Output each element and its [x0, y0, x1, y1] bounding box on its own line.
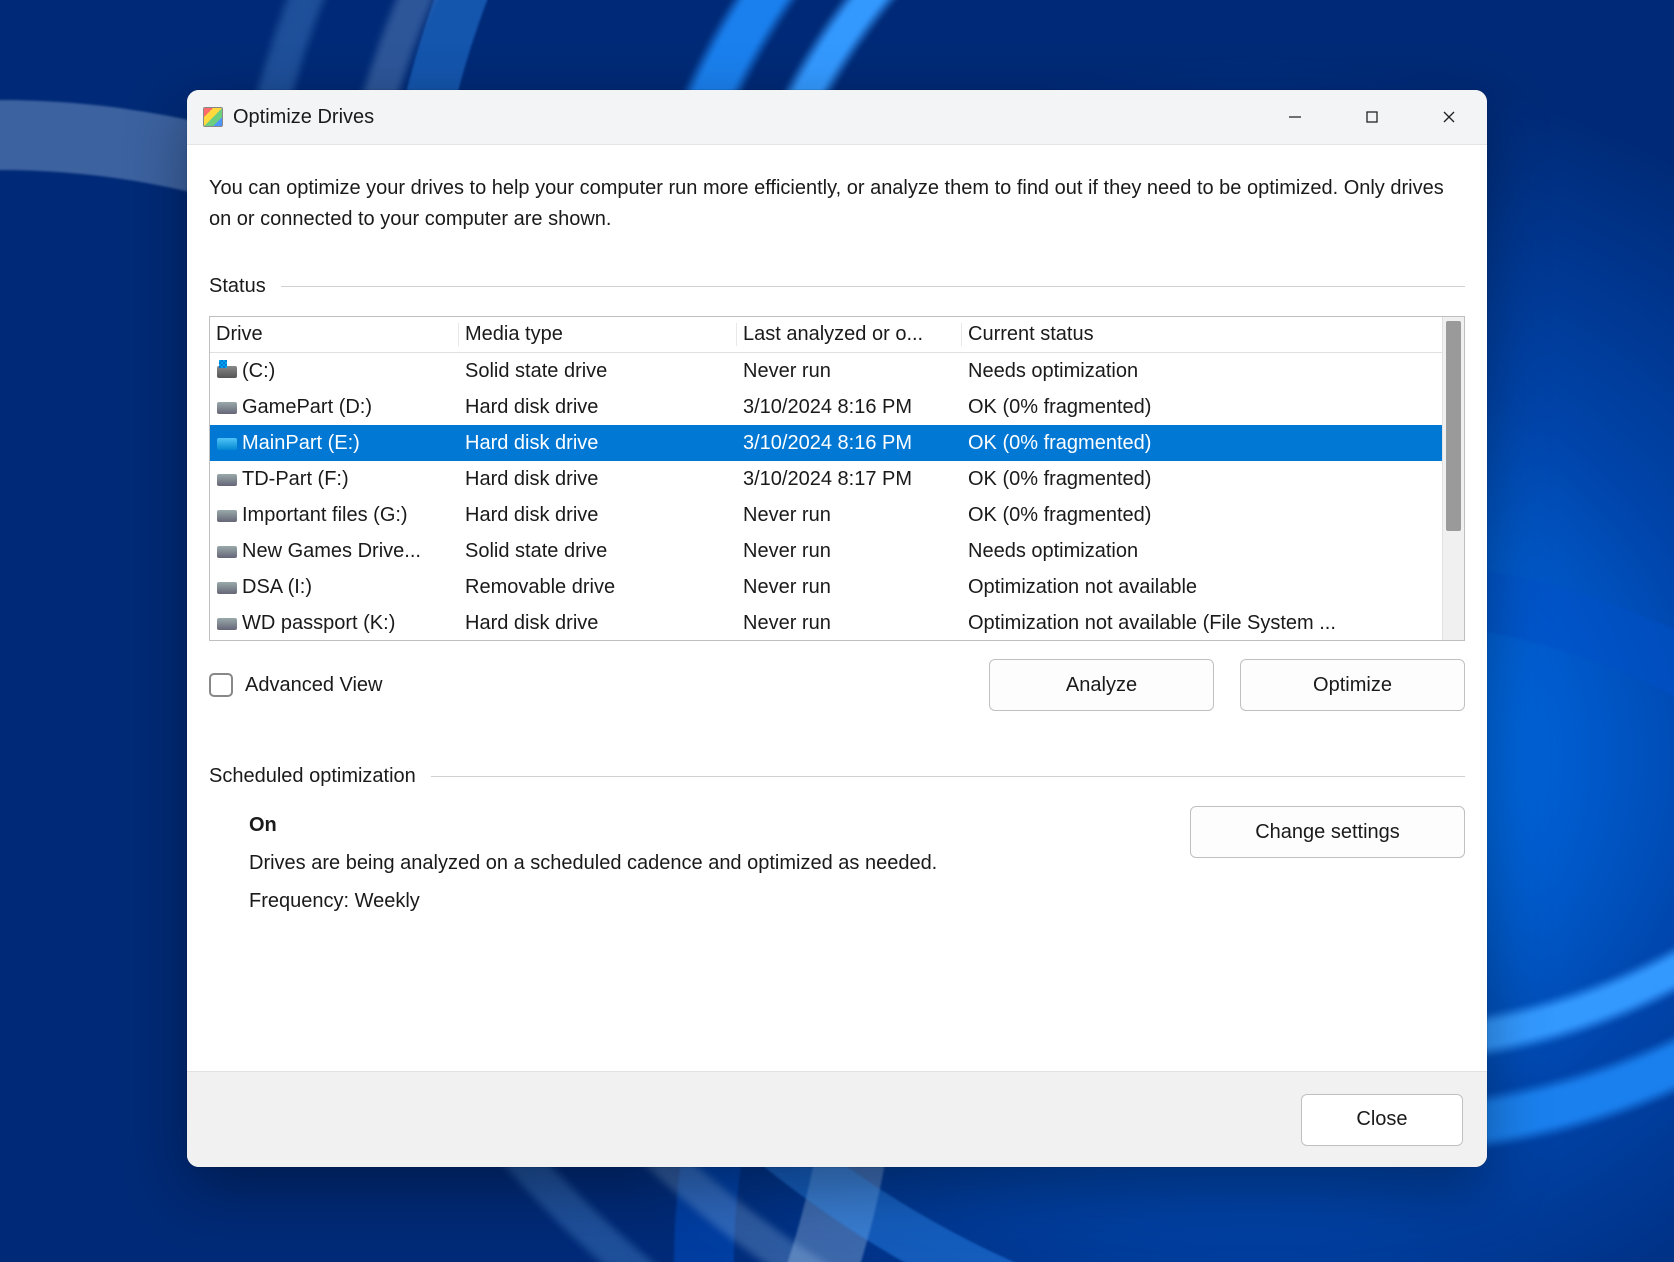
- divider: [431, 776, 1465, 777]
- analyze-button[interactable]: Analyze: [989, 659, 1214, 711]
- media-type: Solid state drive: [459, 360, 737, 383]
- current-status: OK (0% fragmented): [962, 468, 1442, 491]
- drive-name: MainPart (E:): [242, 432, 360, 455]
- media-type: Hard disk drive: [459, 504, 737, 527]
- last-analyzed: 3/10/2024 8:17 PM: [737, 468, 962, 491]
- advanced-view-checkbox[interactable]: [209, 673, 233, 697]
- last-analyzed: Never run: [737, 504, 962, 527]
- drive-name: DSA (I:): [242, 576, 312, 599]
- table-row[interactable]: Important files (G:) Hard disk driveNever…: [210, 497, 1442, 533]
- drive-icon: [216, 436, 238, 450]
- scheduled-frequency: Frequency: Weekly: [249, 882, 1190, 920]
- minimize-button[interactable]: [1256, 90, 1333, 144]
- drives-table: Drive Media type Last analyzed or o... C…: [209, 316, 1465, 641]
- table-row[interactable]: TD-Part (F:) Hard disk drive3/10/2024 8:1…: [210, 461, 1442, 497]
- drive-name: New Games Drive...: [242, 540, 421, 563]
- scheduled-state: On: [249, 806, 1190, 844]
- scrollbar-thumb[interactable]: [1446, 321, 1461, 531]
- current-status: OK (0% fragmented): [962, 396, 1442, 419]
- media-type: Removable drive: [459, 576, 737, 599]
- last-analyzed: Never run: [737, 576, 962, 599]
- last-analyzed: Never run: [737, 540, 962, 563]
- column-header-last[interactable]: Last analyzed or o...: [737, 323, 962, 346]
- column-header-media[interactable]: Media type: [459, 323, 737, 346]
- intro-text: You can optimize your drives to help you…: [209, 173, 1465, 235]
- drive-icon: [216, 400, 238, 414]
- drive-name: Important files (G:): [242, 504, 408, 527]
- maximize-button[interactable]: [1333, 90, 1410, 144]
- table-row[interactable]: (C:) Solid state driveNever runNeeds opti…: [210, 353, 1442, 389]
- current-status: OK (0% fragmented): [962, 504, 1442, 527]
- drive-icon: [216, 364, 238, 378]
- current-status: OK (0% fragmented): [962, 432, 1442, 455]
- drive-icon: [216, 472, 238, 486]
- table-row[interactable]: DSA (I:) Removable driveNever runOptimiza…: [210, 569, 1442, 605]
- last-analyzed: 3/10/2024 8:16 PM: [737, 432, 962, 455]
- drive-name: WD passport (K:): [242, 612, 395, 635]
- table-row[interactable]: MainPart (E:) Hard disk drive3/10/2024 8:…: [210, 425, 1442, 461]
- table-row[interactable]: New Games Drive... Solid state driveNever…: [210, 533, 1442, 569]
- drive-icon: [216, 508, 238, 522]
- table-header-row: Drive Media type Last analyzed or o... C…: [210, 317, 1442, 353]
- close-button[interactable]: [1410, 90, 1487, 144]
- drive-icon: [216, 580, 238, 594]
- media-type: Hard disk drive: [459, 468, 737, 491]
- media-type: Hard disk drive: [459, 432, 737, 455]
- media-type: Hard disk drive: [459, 612, 737, 635]
- current-status: Optimization not available: [962, 576, 1442, 599]
- status-section-label: Status: [209, 275, 266, 298]
- drive-name: GamePart (D:): [242, 396, 372, 419]
- optimize-button[interactable]: Optimize: [1240, 659, 1465, 711]
- drive-name: (C:): [242, 360, 275, 383]
- table-row[interactable]: GamePart (D:) Hard disk drive3/10/2024 8:…: [210, 389, 1442, 425]
- column-header-drive[interactable]: Drive: [210, 323, 459, 346]
- close-dialog-button[interactable]: Close: [1301, 1094, 1463, 1146]
- change-settings-button[interactable]: Change settings: [1190, 806, 1465, 858]
- drive-name: TD-Part (F:): [242, 468, 349, 491]
- column-header-status[interactable]: Current status: [962, 323, 1442, 346]
- window-title: Optimize Drives: [233, 106, 374, 129]
- media-type: Solid state drive: [459, 540, 737, 563]
- optimize-drives-window: Optimize Drives You can optimize your dr…: [187, 90, 1487, 1167]
- advanced-view-label: Advanced View: [245, 674, 383, 697]
- last-analyzed: Never run: [737, 612, 962, 635]
- last-analyzed: 3/10/2024 8:16 PM: [737, 396, 962, 419]
- drive-icon: [216, 544, 238, 558]
- current-status: Optimization not available (File System …: [962, 612, 1442, 635]
- table-row[interactable]: WD passport (K:) Hard disk driveNever run…: [210, 605, 1442, 640]
- current-status: Needs optimization: [962, 540, 1442, 563]
- table-scrollbar[interactable]: [1442, 317, 1464, 640]
- dialog-footer: Close: [187, 1071, 1487, 1167]
- scheduled-description: Drives are being analyzed on a scheduled…: [249, 844, 1190, 882]
- app-icon: [203, 107, 223, 127]
- divider: [281, 286, 1465, 287]
- media-type: Hard disk drive: [459, 396, 737, 419]
- drive-icon: [216, 616, 238, 630]
- scheduled-section-label: Scheduled optimization: [209, 765, 416, 788]
- last-analyzed: Never run: [737, 360, 962, 383]
- current-status: Needs optimization: [962, 360, 1442, 383]
- titlebar[interactable]: Optimize Drives: [187, 90, 1487, 145]
